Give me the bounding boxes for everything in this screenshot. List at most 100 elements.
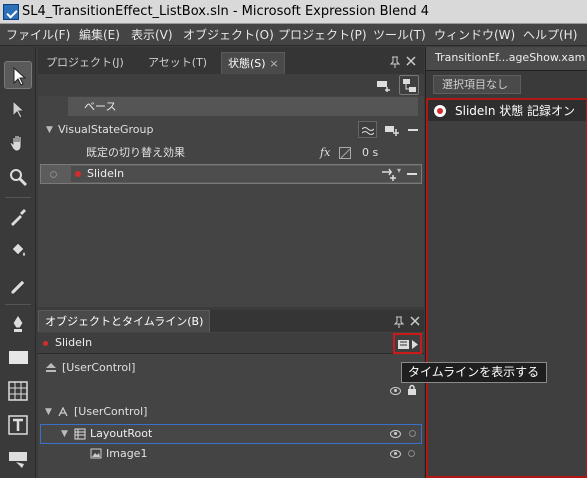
close-icon[interactable]: × bbox=[269, 53, 278, 75]
toolbox-divider bbox=[5, 304, 31, 305]
pin-icon[interactable] bbox=[390, 56, 400, 68]
timeline-icon bbox=[398, 340, 418, 349]
menu-view[interactable]: 表示(V) bbox=[131, 24, 173, 46]
combobox-icon bbox=[9, 452, 27, 468]
remove-state-button[interactable] bbox=[407, 173, 417, 175]
pan-tool[interactable] bbox=[4, 129, 32, 157]
menu-project[interactable]: プロジェクト(P) bbox=[278, 24, 367, 46]
base-state-row[interactable]: ベース bbox=[68, 97, 418, 116]
add-state-group-icon[interactable] bbox=[376, 78, 392, 92]
tree-item-label: Image1 bbox=[106, 447, 148, 460]
recording-indicator[interactable]: SlideIn 状態 記録オン bbox=[428, 100, 586, 121]
paint-bucket-icon bbox=[11, 242, 25, 256]
arrow-pointer-icon bbox=[13, 66, 27, 86]
easing-button[interactable] bbox=[358, 121, 377, 138]
menu-file[interactable]: ファイル(F) bbox=[6, 24, 70, 46]
easing-curve-box[interactable] bbox=[339, 147, 351, 159]
transition-arrow-icon bbox=[403, 79, 416, 92]
tree-item-label: [UserControl] bbox=[74, 405, 148, 418]
document-tab[interactable]: TransitionEf...ageShow.xam bbox=[426, 47, 587, 71]
document-pane: TransitionEf...ageShow.xam 選択項目なし SlideI… bbox=[425, 47, 587, 478]
default-transition-label: 既定の切り替え効果 bbox=[86, 146, 185, 159]
state-group-row[interactable]: ▼ VisualStateGroup bbox=[38, 120, 424, 140]
menu-edit[interactable]: 編集(E) bbox=[79, 24, 120, 46]
record-dot-icon bbox=[437, 108, 443, 114]
show-timeline-button[interactable] bbox=[393, 333, 422, 354]
tree-item-usercontrol[interactable]: ▼ [UserControl] bbox=[38, 402, 424, 422]
expression-blend-icon bbox=[3, 4, 19, 20]
add-transition-icon[interactable] bbox=[381, 168, 397, 181]
paint-bucket-tool[interactable] bbox=[4, 236, 32, 264]
tab-states[interactable]: 状態(S) × bbox=[221, 52, 285, 74]
gradient-tool[interactable] bbox=[4, 270, 32, 298]
usercontrol-icon bbox=[58, 406, 68, 417]
grid-layout-tool[interactable] bbox=[4, 377, 32, 405]
menu-object[interactable]: オブジェクト(O) bbox=[183, 24, 274, 46]
state-group-name: VisualStateGroup bbox=[58, 123, 154, 136]
tab-projects[interactable]: プロジェクト(J) bbox=[40, 52, 130, 74]
tooltip-show-timeline: タイムラインを表示する bbox=[401, 362, 547, 383]
text-tool[interactable] bbox=[4, 411, 32, 439]
rectangle-icon bbox=[9, 351, 28, 364]
show-transitions-toggle[interactable] bbox=[399, 75, 419, 95]
tree-item-image1[interactable]: Image1 bbox=[38, 444, 424, 464]
state-name-slidein: SlideIn bbox=[87, 167, 125, 180]
states-toolbar bbox=[38, 74, 424, 96]
tab-objects-timeline[interactable]: オブジェクトとタイムライン(B) bbox=[38, 310, 211, 332]
lock-toggle-circle[interactable] bbox=[408, 450, 415, 457]
tab-assets[interactable]: アセット(T) bbox=[142, 52, 213, 74]
scope-row[interactable]: [UserControl] bbox=[38, 358, 424, 378]
visibility-eye-icon[interactable] bbox=[390, 387, 401, 395]
base-state-label: ベース bbox=[84, 100, 117, 113]
control-tool[interactable] bbox=[4, 445, 32, 473]
selection-tool[interactable] bbox=[4, 61, 32, 89]
record-dot-icon bbox=[43, 341, 48, 346]
grid-icon bbox=[74, 428, 86, 440]
collapse-triangle-icon[interactable]: ▼ bbox=[46, 120, 53, 140]
document-tab-title: TransitionEf...ageShow.xam bbox=[435, 51, 586, 64]
storyboard-picker: SlideIn bbox=[38, 333, 424, 354]
visibility-eye-icon[interactable] bbox=[390, 450, 401, 458]
pen-nib-icon bbox=[12, 314, 24, 332]
objects-tab-strip: オブジェクトとタイムライン(B) bbox=[38, 310, 424, 332]
easing-wave-icon bbox=[362, 127, 374, 135]
tree-item-layoutroot[interactable]: ▼ LayoutRoot bbox=[40, 424, 422, 444]
direct-select-icon bbox=[12, 99, 26, 119]
selection-breadcrumb[interactable]: 選択項目なし bbox=[433, 75, 521, 94]
transition-duration[interactable]: 0 s bbox=[362, 143, 378, 163]
text-t-icon bbox=[8, 415, 28, 435]
toolbox-divider bbox=[5, 197, 31, 198]
lock-toggle-circle[interactable] bbox=[409, 430, 416, 437]
recording-text: SlideIn 状態 記録オン bbox=[455, 104, 576, 118]
lock-icon[interactable] bbox=[407, 384, 417, 396]
menu-bar: ファイル(F) 編集(E) 表示(V) オブジェクト(O) プロジェクト(P) … bbox=[0, 24, 587, 46]
hand-icon bbox=[9, 135, 22, 152]
collapse-triangle-icon[interactable]: ▼ bbox=[45, 402, 52, 422]
fx-easing-icon[interactable]: fx bbox=[320, 143, 330, 163]
close-panel-icon[interactable] bbox=[406, 56, 416, 66]
scope-up-icon[interactable] bbox=[45, 362, 57, 373]
tree-item-label: LayoutRoot bbox=[90, 427, 153, 440]
menu-window[interactable]: ウィンドウ(W) bbox=[434, 24, 515, 46]
eyedropper-tool[interactable] bbox=[4, 202, 32, 230]
image-icon bbox=[90, 448, 102, 459]
zoom-tool[interactable] bbox=[4, 163, 32, 191]
menu-tools[interactable]: ツール(T) bbox=[373, 24, 426, 46]
direct-selection-tool[interactable] bbox=[4, 95, 32, 123]
visibility-eye-icon[interactable] bbox=[390, 430, 401, 438]
chevron-down-icon[interactable]: ▾ bbox=[397, 166, 401, 175]
default-transition-row: 既定の切り替え効果 fx 0 s bbox=[38, 143, 424, 163]
pin-icon[interactable] bbox=[394, 316, 404, 328]
linear-curve-icon bbox=[340, 148, 351, 159]
add-state-icon[interactable] bbox=[384, 124, 400, 137]
close-panel-icon[interactable] bbox=[410, 316, 420, 326]
rectangle-tool[interactable] bbox=[4, 343, 32, 371]
collapse-triangle-icon[interactable]: ▼ bbox=[61, 425, 68, 443]
state-row-slidein[interactable]: SlideIn ▾ bbox=[40, 164, 422, 184]
title-bar: SL4_TransitionEffect_ListBox.sln - Micro… bbox=[0, 0, 587, 24]
record-dot-icon bbox=[75, 171, 81, 177]
tab-states-label: 状態(S) bbox=[228, 57, 266, 70]
pen-tool[interactable] bbox=[4, 309, 32, 337]
menu-help[interactable]: ヘルプ(H) bbox=[523, 24, 577, 46]
remove-group-button[interactable] bbox=[408, 129, 418, 131]
